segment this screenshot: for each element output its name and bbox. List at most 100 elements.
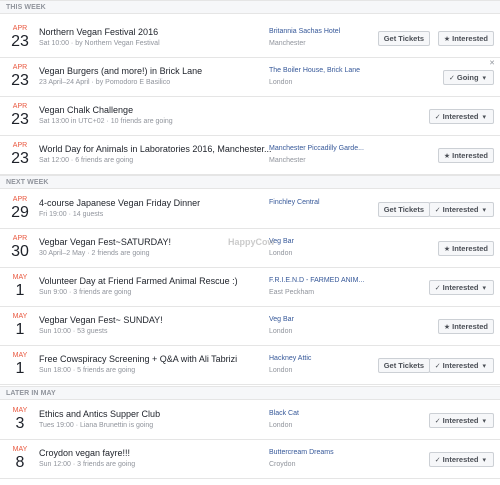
event-day: 1 xyxy=(15,282,25,299)
get-tickets-button[interactable]: Get Tickets xyxy=(377,358,430,373)
event-month: MAY xyxy=(12,313,28,320)
get-tickets-button[interactable]: Get Tickets xyxy=(377,31,430,46)
interested-button[interactable]: ✓ Interested ▾ xyxy=(428,452,494,467)
event-title-link[interactable]: Croydon vegan fayre!!! xyxy=(39,448,130,458)
event-day: 23 xyxy=(11,33,29,50)
interested-button[interactable]: ✓ Interested ▾ xyxy=(428,358,494,373)
event-title-link[interactable]: Free Cowspiracy Screening + Q&A with Ali… xyxy=(39,354,237,364)
event-city: London xyxy=(269,328,293,335)
interested-button[interactable]: ★ Interested xyxy=(437,148,494,163)
event-date: MAY 1 xyxy=(5,274,35,299)
get-tickets-button[interactable]: Get Tickets xyxy=(377,202,430,217)
event-day: 1 xyxy=(15,360,25,377)
event-day: 30 xyxy=(11,243,29,260)
event-row[interactable]: MAY 3 Ethics and Antics Supper Club Tues 19… xyxy=(0,401,500,440)
event-title-link[interactable]: Northern Vegan Festival 2016 xyxy=(39,27,158,37)
event-venue-link[interactable]: F.R.I.E.N.D - FARMED ANIM... xyxy=(269,277,364,284)
event-date: APR 29 xyxy=(5,196,35,221)
event-venue-link[interactable]: Manchester Piccadilly Garde... xyxy=(269,145,364,152)
rsvp-label: Going xyxy=(456,73,479,82)
event-month: MAY xyxy=(12,446,28,453)
rsvp-label: Interested xyxy=(442,205,479,214)
chevron-down-icon: ▾ xyxy=(480,418,486,425)
event-venue-link[interactable]: Veg Bar xyxy=(269,316,294,323)
event-row[interactable]: APR 30 Vegbar Vegan Fest~SATURDAY! 30 April… xyxy=(0,229,500,268)
event-day: 23 xyxy=(11,150,29,167)
chevron-down-icon: ▾ xyxy=(480,114,486,121)
event-venue-link[interactable]: Finchley Central xyxy=(269,199,320,206)
interested-button[interactable]: ✓ Interested ▾ xyxy=(428,413,494,428)
event-row[interactable]: APR 23 World Day for Animals in Laboratori… xyxy=(0,136,500,175)
check-icon: ✓ xyxy=(434,457,441,464)
rsvp-label: Interested xyxy=(442,112,479,121)
star-icon: ★ xyxy=(443,36,451,43)
event-day: 23 xyxy=(11,111,29,128)
event-date: APR 30 xyxy=(5,235,35,260)
interested-button[interactable]: ✓ Interested ▾ xyxy=(428,280,494,295)
section-header: THIS WEEK xyxy=(0,0,500,14)
check-icon: ✓ xyxy=(434,418,441,425)
event-subtitle: 30 April–2 May · 2 friends are going xyxy=(39,250,150,257)
event-day: 8 xyxy=(15,454,25,471)
star-icon: ★ xyxy=(443,246,451,253)
event-city: London xyxy=(269,250,293,257)
interested-button[interactable]: ★ Interested xyxy=(437,241,494,256)
event-row[interactable]: MAY 1 Volunteer Day at Friend Farmed Anima… xyxy=(0,268,500,307)
going-button[interactable]: ✓ Going ▾ xyxy=(442,70,494,85)
interested-button[interactable]: ★ Interested xyxy=(437,319,494,334)
chevron-down-icon: ▾ xyxy=(480,207,486,214)
event-city: Croydon xyxy=(269,461,296,468)
event-title-link[interactable]: 4-course Japanese Vegan Friday Dinner xyxy=(39,198,200,208)
event-month: APR xyxy=(12,196,28,203)
interested-button[interactable]: ✓ Interested ▾ xyxy=(428,202,494,217)
event-subtitle: Sun 12:00 · 3 friends are going xyxy=(39,461,136,468)
event-title-link[interactable]: Vegbar Vegan Fest~SATURDAY! xyxy=(39,237,171,247)
section-header: NEXT WEEK xyxy=(0,175,500,189)
event-title-link[interactable]: Vegan Chalk Challenge xyxy=(39,105,133,115)
event-subtitle: Sat 12:00 · 6 friends are going xyxy=(39,157,134,164)
event-subtitle: Tues 19:00 · Liana Brunettin is going xyxy=(39,422,154,429)
event-date: APR 23 xyxy=(5,25,35,50)
watermark: HappyCow xyxy=(228,237,275,247)
event-subtitle: Sun 10:00 · 53 guests xyxy=(39,328,108,335)
event-subtitle: Sat 10:00 · by Northern Vegan Festival xyxy=(39,40,160,47)
event-subtitle: Sun 18:00 · 5 friends are going xyxy=(39,367,136,374)
event-title-link[interactable]: World Day for Animals in Laboratories 20… xyxy=(39,144,271,154)
check-icon: ✓ xyxy=(448,75,455,82)
event-title-link[interactable]: Vegan Burgers (and more!) in Brick Lane xyxy=(39,66,202,76)
event-title-link[interactable]: Ethics and Antics Supper Club xyxy=(39,409,160,419)
event-venue-link[interactable]: Hackney Attic xyxy=(269,355,311,362)
event-row[interactable]: APR 23 Northern Vegan Festival 2016 Sat 10:… xyxy=(0,19,500,58)
event-subtitle: 23 April–24 April · by Pomodoro E Basili… xyxy=(39,79,171,86)
event-venue-link[interactable]: The Boiler House, Brick Lane xyxy=(269,67,360,74)
section-header: LATER IN MAY xyxy=(0,386,500,400)
chevron-down-icon: ▾ xyxy=(480,75,486,82)
event-date: APR 23 xyxy=(5,142,35,167)
star-icon: ★ xyxy=(443,324,451,331)
chevron-down-icon: ▾ xyxy=(480,363,486,370)
event-city: London xyxy=(269,367,293,374)
interested-button[interactable]: ✓ Interested ▾ xyxy=(428,109,494,124)
event-venue-link[interactable]: Buttercream Dreams xyxy=(269,449,334,456)
event-day: 3 xyxy=(15,415,25,432)
event-month: APR xyxy=(12,142,28,149)
check-icon: ✓ xyxy=(434,363,441,370)
event-row[interactable]: APR 29 4-course Japanese Vegan Friday Dinn… xyxy=(0,190,500,229)
event-venue-link[interactable]: Britannia Sachas Hotel xyxy=(269,28,340,35)
event-row[interactable]: MAY 1 Vegbar Vegan Fest~ SUNDAY! Sun 10:00 … xyxy=(0,307,500,346)
event-month: APR xyxy=(12,64,28,71)
event-row[interactable]: MAY 8 Croydon vegan fayre!!! Sun 12:00 · 3 … xyxy=(0,440,500,479)
event-row[interactable]: APR 23 Vegan Burgers (and more!) in Brick … xyxy=(0,58,500,97)
chevron-down-icon: ▾ xyxy=(480,285,486,292)
event-subtitle: Sun 9:00 · 3 friends are going xyxy=(39,289,132,296)
interested-button[interactable]: ★ Interested xyxy=(437,31,494,46)
event-row[interactable]: APR 23 Vegan Chalk Challenge Sat 13:00 in U… xyxy=(0,97,500,136)
event-row[interactable]: MAY 1 Free Cowspiracy Screening + Q&A with… xyxy=(0,346,500,385)
event-title-link[interactable]: Volunteer Day at Friend Farmed Animal Re… xyxy=(39,276,238,286)
check-icon: ✓ xyxy=(434,114,441,121)
rsvp-label: Interested xyxy=(452,34,488,43)
event-venue-link[interactable]: Black Cat xyxy=(269,410,299,417)
event-date: MAY 3 xyxy=(5,407,35,432)
close-icon[interactable]: ✕ xyxy=(489,59,495,67)
event-title-link[interactable]: Vegbar Vegan Fest~ SUNDAY! xyxy=(39,315,163,325)
